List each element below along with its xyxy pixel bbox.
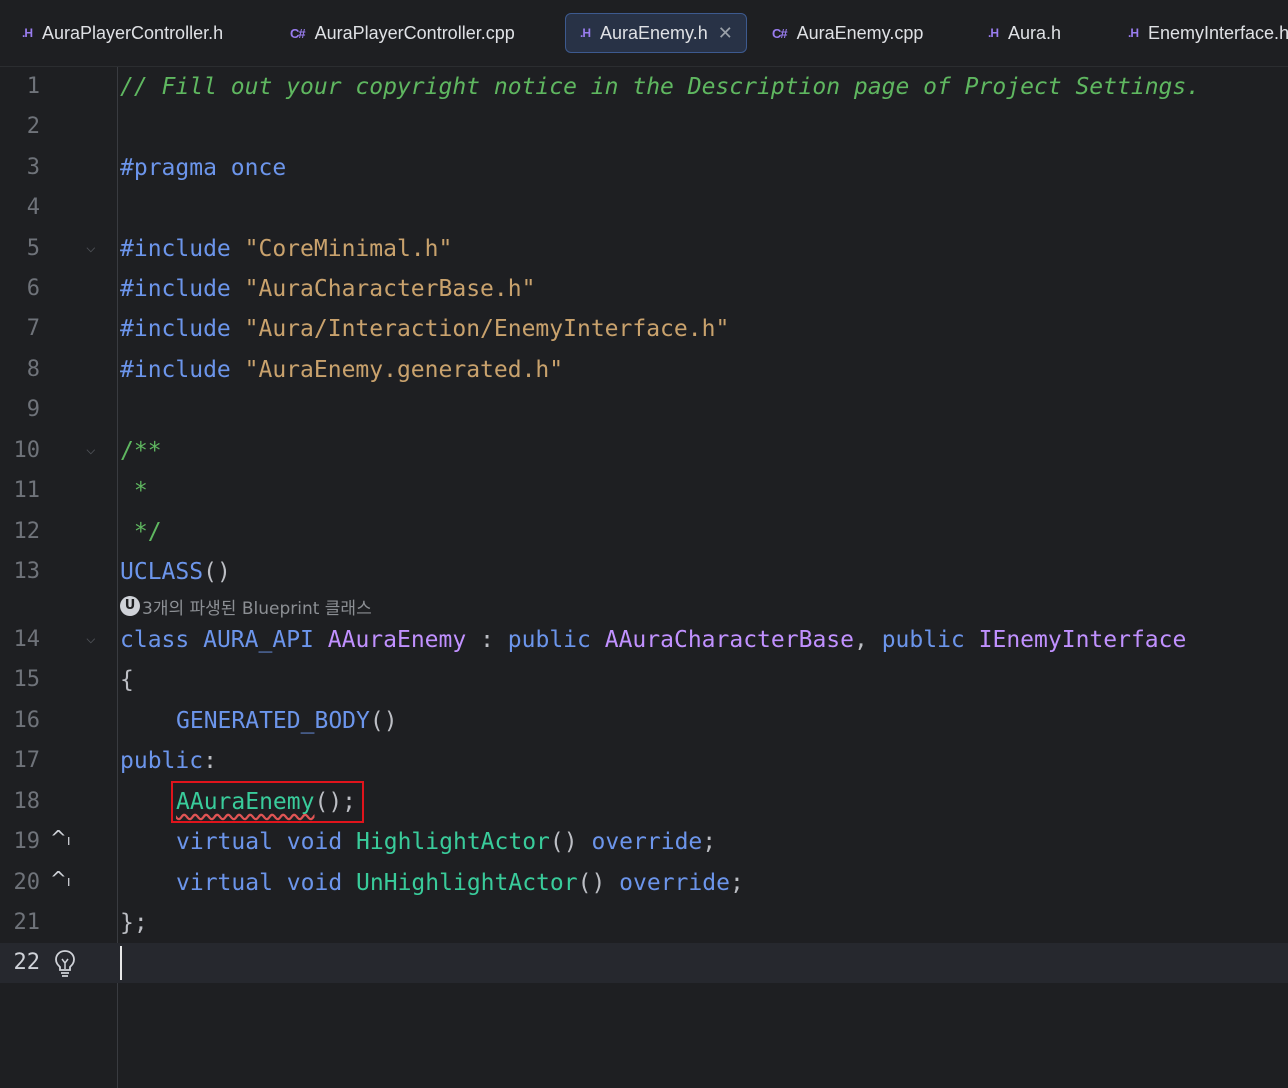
code-line[interactable]: 19 ^ı virtual void HighlightActor() over… [0,822,1288,862]
doc-comment: * [120,478,148,504]
code-line[interactable]: 21 }; [0,903,1288,943]
header-file-icon: .H [22,26,33,40]
lightbulb-icon[interactable] [54,949,76,982]
tab-auraplayercontroller-cpp[interactable]: C# AuraPlayerController.cpp [290,13,515,53]
code-line[interactable]: 16 GENERATED_BODY() [0,701,1288,741]
generated-body-macro: GENERATED_BODY() [176,708,398,734]
fold-chevron-icon[interactable]: ⌵ [86,439,96,458]
tab-auraenemy-h[interactable]: .H AuraEnemy.h ✕ [565,13,747,53]
code-line[interactable]: 8 #include "AuraEnemy.generated.h" [0,350,1288,390]
code-line[interactable]: 2 [0,107,1288,147]
include-directive: #include "CoreMinimal.h" [120,236,453,262]
include-directive: #include "AuraEnemy.generated.h" [120,357,564,383]
code-line[interactable]: 12 */ [0,512,1288,552]
line-number: 22 [13,950,41,975]
code-line[interactable]: 10 ⌵ /** [0,431,1288,471]
line-number: 6 [26,276,40,301]
line-number: 12 [13,519,41,544]
line-number: 15 [13,667,41,692]
code-line[interactable]: 4 [0,188,1288,228]
highlight-annotation-box [171,781,364,823]
public-specifier: public: [120,748,217,774]
line-number: 14 [13,627,41,652]
tab-label: AuraPlayerController.h [42,22,224,43]
close-brace: }; [120,910,148,936]
class-declaration: class AURA_API AAuraEnemy : public AAura… [120,627,1187,653]
text-caret [120,946,122,980]
line-number: 20 [13,870,41,895]
doc-comment: /** [120,438,162,464]
tab-auraplayercontroller-h[interactable]: .H AuraPlayerController.h [22,13,223,53]
tab-label: AuraEnemy.cpp [796,22,924,43]
code-line[interactable]: 9 [0,390,1288,430]
line-number: 21 [13,910,41,935]
method-declaration: virtual void UnHighlightActor() override… [176,870,744,896]
line-number: 11 [13,478,41,503]
include-directive: #include "AuraCharacterBase.h" [120,276,536,302]
doc-comment: */ [120,519,162,545]
header-file-icon: .H [580,26,591,40]
line-number: 17 [13,748,41,773]
line-number: 1 [26,74,40,99]
tab-label: AuraPlayerController.cpp [314,22,515,43]
code-line[interactable]: 7 #include "Aura/Interaction/EnemyInterf… [0,309,1288,349]
cpp-file-icon: C# [290,25,306,41]
code-line[interactable]: 13 UCLASS() [0,552,1288,592]
code-line[interactable]: 14 ⌵ class AURA_API AAuraEnemy : public … [0,620,1288,660]
code-line[interactable]: 5 ⌵ #include "CoreMinimal.h" [0,229,1288,269]
code-line[interactable]: 17 public: [0,741,1288,781]
line-number: 13 [13,559,41,584]
line-number: 16 [13,708,41,733]
line-number: 19 [13,829,41,854]
code-line[interactable]: 1 // Fill out your copyright notice in t… [0,67,1288,107]
open-brace: { [120,667,134,693]
code-line[interactable]: 15 { [0,660,1288,700]
tab-label: Aura.h [1008,22,1062,43]
method-declaration: virtual void HighlightActor() override; [176,829,717,855]
line-number: 4 [26,195,40,220]
cpp-file-icon: C# [772,25,788,41]
fold-chevron-icon[interactable]: ⌵ [86,237,96,256]
fold-chevron-icon[interactable]: ⌵ [86,628,96,647]
line-number: 2 [26,114,40,139]
code-line[interactable]: 20 ^ı virtual void UnHighlightActor() ov… [0,863,1288,903]
code-line[interactable]: 3 #pragma once [0,148,1288,188]
line-number: 9 [26,397,40,422]
code-line-current[interactable]: 22 [0,943,1288,983]
copyright-comment: // Fill out your copyright notice in the… [120,74,1201,100]
implements-method-icon[interactable]: ^ı [50,826,71,850]
tab-enemyinterface-h[interactable]: .H EnemyInterface.h [1128,13,1288,53]
line-number: 3 [26,155,40,180]
code-line[interactable]: 11 * [0,471,1288,511]
editor-tab-bar: .H AuraPlayerController.h C# AuraPlayerC… [0,0,1288,67]
hint-text: 3개의 파생된 Blueprint 클래스 [142,598,372,619]
tab-label: EnemyInterface.h [1148,22,1288,43]
pragma-directive: #pragma once [120,155,287,181]
line-number: 7 [26,316,40,341]
tab-label: AuraEnemy.h [600,22,708,43]
tab-aura-h[interactable]: .H Aura.h [988,13,1061,53]
line-number: 8 [26,357,40,382]
line-number: 5 [26,236,40,261]
tab-auraenemy-cpp[interactable]: C# AuraEnemy.cpp [772,13,923,53]
close-tab-icon[interactable]: ✕ [718,23,733,44]
header-file-icon: .H [988,26,999,40]
include-directive: #include "Aura/Interaction/EnemyInterfac… [120,316,730,342]
blueprint-derived-hint[interactable]: U 3개의 파생된 Blueprint 클래스 [120,593,372,619]
unreal-engine-icon: U [120,596,140,616]
line-number: 10 [13,438,41,463]
header-file-icon: .H [1128,26,1139,40]
uclass-macro: UCLASS() [120,559,231,585]
code-line[interactable]: 6 #include "AuraCharacterBase.h" [0,269,1288,309]
line-number: 18 [13,789,41,814]
implements-method-icon[interactable]: ^ı [50,867,71,891]
